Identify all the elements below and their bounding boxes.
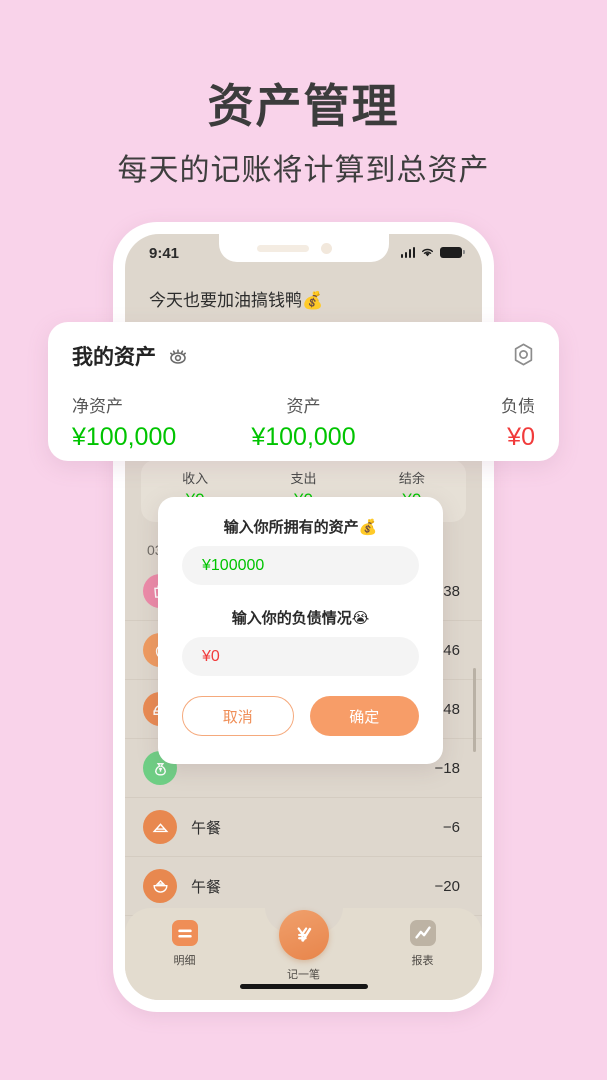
cake-icon bbox=[143, 810, 177, 844]
bowl-icon bbox=[143, 869, 177, 903]
asset-column-net: 净资产 ¥100,000 bbox=[72, 392, 226, 452]
transaction-name: 午餐 bbox=[191, 819, 222, 837]
notch-camera-icon bbox=[320, 243, 332, 254]
tab-label: 记一笔 bbox=[287, 969, 320, 981]
asset-columns: 净资产 ¥100,000 资产 ¥100,000 负债 ¥0 bbox=[48, 392, 559, 452]
dialog-actions: 取消 确定 bbox=[182, 696, 419, 736]
add-record-button[interactable] bbox=[278, 910, 329, 960]
asset-value: ¥100,000 bbox=[72, 423, 177, 451]
asset-card-title: 我的资产 bbox=[72, 346, 156, 369]
asset-input-dialog: 输入你所拥有的资产💰 ¥100000 输入你的负债情况😭 ¥0 取消 确定 bbox=[158, 497, 443, 764]
yen-pen-icon bbox=[297, 927, 311, 942]
confirm-button[interactable]: 确定 bbox=[309, 696, 419, 736]
asset-label: 资产 bbox=[286, 397, 321, 416]
summary-header-expense: 支出 bbox=[290, 471, 317, 486]
screenshot-root: 资产管理 每天的记账将计算到总资产 9:41 今天也要加油搞钱鸭💰 收入 支出 … bbox=[0, 0, 607, 1080]
table-row[interactable]: 午餐 −6 bbox=[125, 798, 482, 857]
asset-settings-button[interactable] bbox=[510, 341, 537, 373]
asset-value: ¥100,000 bbox=[251, 423, 356, 451]
battery-full-icon bbox=[440, 246, 465, 258]
asset-label: 净资产 bbox=[72, 397, 123, 416]
tab-label: 报表 bbox=[411, 955, 434, 967]
chart-report-icon bbox=[409, 920, 436, 946]
asset-value: ¥0 bbox=[507, 423, 535, 451]
greeting-text: 今天也要加油搞钱鸭💰 bbox=[149, 291, 324, 310]
status-indicators bbox=[400, 246, 465, 258]
tab-detail[interactable]: 明细 bbox=[125, 908, 244, 972]
list-scrollbar[interactable] bbox=[473, 668, 476, 752]
cancel-button[interactable]: 取消 bbox=[182, 696, 294, 736]
asset-summary-card: 我的资产 净资产 ¥100,000 资产 ¥100,000 负债 ¥0 bbox=[48, 322, 559, 461]
bottom-tab-bar: 明细 报表 记一笔 bbox=[125, 908, 482, 1000]
list-detail-icon bbox=[171, 920, 198, 946]
transaction-name: 午餐 bbox=[191, 878, 222, 896]
notch-speaker bbox=[256, 245, 309, 252]
summary-header-income: 收入 bbox=[182, 471, 209, 486]
transaction-amount: −20 bbox=[434, 877, 460, 895]
debt-amount-input[interactable]: ¥0 bbox=[182, 637, 419, 676]
asset-column-debt: 负债 ¥0 bbox=[381, 392, 535, 452]
asset-column-assets: 资产 ¥100,000 bbox=[226, 392, 380, 452]
transaction-amount: −6 bbox=[442, 818, 460, 836]
asset-amount-input[interactable]: ¥100000 bbox=[182, 546, 419, 585]
asset-card-header: 我的资产 bbox=[72, 341, 190, 371]
eye-visible-icon[interactable] bbox=[166, 344, 190, 368]
tab-label: 明细 bbox=[173, 955, 196, 967]
phone-notch bbox=[218, 234, 389, 262]
summary-headers: 收入 支出 结余 bbox=[141, 468, 466, 487]
dialog-debt-label: 输入你的负债情况😭 bbox=[231, 610, 370, 627]
tab-report[interactable]: 报表 bbox=[363, 908, 482, 972]
transaction-amount: −18 bbox=[434, 759, 460, 777]
summary-header-balance: 结余 bbox=[398, 471, 425, 486]
home-indicator bbox=[239, 984, 368, 989]
page-subtitle: 每天的记账将计算到总资产 bbox=[117, 154, 490, 187]
status-time: 9:41 bbox=[149, 245, 180, 262]
cellular-bars-icon bbox=[400, 246, 415, 258]
dialog-asset-label: 输入你所拥有的资产💰 bbox=[223, 519, 378, 536]
wifi-icon bbox=[422, 248, 433, 257]
asset-label: 负债 bbox=[500, 397, 535, 416]
page-title: 资产管理 bbox=[207, 80, 400, 132]
hex-gear-icon bbox=[514, 343, 533, 366]
